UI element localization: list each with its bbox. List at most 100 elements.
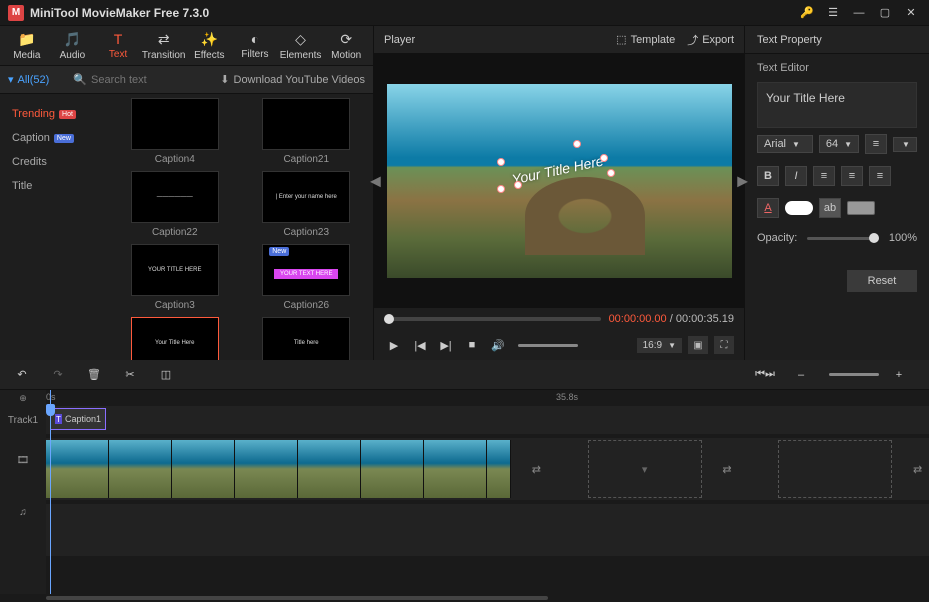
prev-frame-button[interactable]: |◀ <box>410 339 430 352</box>
chevron-down-icon[interactable]: ▾ <box>8 73 14 86</box>
text-handle[interactable] <box>607 169 615 177</box>
split-button[interactable]: ✂ <box>116 368 144 381</box>
snapshot-button[interactable]: ▣ <box>688 336 708 354</box>
template-button[interactable]: ⬚ Template <box>616 33 675 46</box>
caption-label: Caption26 <box>283 300 329 311</box>
caption-thumb[interactable]: | Enter your name here <box>262 171 350 223</box>
text-handle[interactable] <box>497 158 505 166</box>
text-handle[interactable] <box>497 185 505 193</box>
caption-item[interactable]: Caption4 <box>112 98 238 165</box>
timeline-ruler[interactable]: 0s 35.8s <box>46 390 929 406</box>
download-youtube-link[interactable]: ⬇ Download YouTube Videos <box>220 73 365 86</box>
caption-thumb[interactable] <box>131 98 219 150</box>
caption-thumb[interactable] <box>262 98 350 150</box>
tab-media[interactable]: 📁Media <box>4 27 50 65</box>
caption-thumb[interactable]: Title here <box>262 317 350 360</box>
fullscreen-button[interactable]: ⛶ <box>714 336 734 354</box>
align-right-button[interactable]: ≡ <box>869 166 891 186</box>
text-color-button[interactable]: A <box>757 198 779 218</box>
audio-track[interactable] <box>46 504 929 556</box>
menu-icon[interactable]: ☰ <box>823 3 843 23</box>
maximize-button[interactable]: ▢ <box>875 3 895 23</box>
caption-item[interactable]: | Enter your name hereCaption23 <box>244 171 370 238</box>
category-caption[interactable]: CaptionNew <box>0 126 108 150</box>
preview-prev[interactable]: ◀ <box>370 173 381 190</box>
app-title: MiniTool MovieMaker Free 7.3.0 <box>30 6 209 20</box>
transition-icon[interactable]: ⇄ <box>716 457 739 481</box>
caption-item[interactable]: Your Title HereCaption11 <box>112 317 238 360</box>
video-clip[interactable] <box>46 440 511 498</box>
tab-text[interactable]: TText <box>95 27 141 64</box>
color-swatch-fill[interactable] <box>785 201 813 215</box>
tab-motion[interactable]: ⟳Motion <box>323 27 369 65</box>
color-swatch-bg[interactable] <box>847 201 875 215</box>
category-trending[interactable]: TrendingHot <box>0 102 108 126</box>
redo-button[interactable]: ↷ <box>44 368 72 381</box>
opacity-slider[interactable] <box>807 237 879 240</box>
caption-item[interactable]: YOUR TITLE HERECaption3 <box>112 244 238 311</box>
caption-thumb[interactable]: Your Title Here <box>131 317 219 360</box>
add-track-button[interactable]: ⊕ <box>0 390 46 406</box>
caption-item[interactable]: NewYOUR TEXT HERE Caption26 <box>244 244 370 311</box>
video-track[interactable]: ⇄ ▾ ⇄ ⇄ <box>46 438 929 500</box>
caption-thumb[interactable]: —————— <box>131 171 219 223</box>
speed-icon[interactable]: ⏮⏭ <box>751 368 779 381</box>
text-handle[interactable] <box>514 181 522 189</box>
tab-elements[interactable]: ◇Elements <box>278 27 324 65</box>
highlight-button[interactable]: ab <box>819 198 841 218</box>
minimize-button[interactable]: — <box>849 3 869 23</box>
seek-bar[interactable] <box>384 317 601 321</box>
preview-next[interactable]: ▶ <box>737 173 748 190</box>
text-handle[interactable] <box>600 154 608 162</box>
category-title[interactable]: Title <box>0 174 108 198</box>
search-input[interactable] <box>91 74 191 86</box>
italic-button[interactable]: I <box>785 166 807 186</box>
playhead[interactable] <box>50 390 51 594</box>
category-credits[interactable]: Credits <box>0 150 108 174</box>
timeline-scrollbar[interactable] <box>46 596 548 600</box>
empty-clip-slot[interactable]: ▾ <box>588 440 702 498</box>
playhead-handle[interactable] <box>46 404 55 416</box>
tab-effects[interactable]: ✨Effects <box>187 27 233 65</box>
zoom-out-button[interactable]: – <box>787 369 815 381</box>
align-left-button[interactable]: ≡ <box>813 166 835 186</box>
filter-all[interactable]: All(52) <box>18 74 50 86</box>
export-button[interactable]: ⤴ Export <box>687 32 734 48</box>
empty-clip-slot[interactable] <box>778 440 892 498</box>
preview-canvas[interactable]: Your Title Here <box>387 84 732 278</box>
bold-button[interactable]: B <box>757 166 779 186</box>
fontsize-select[interactable]: 64▼ <box>819 135 859 153</box>
play-button[interactable]: ▶ <box>384 339 404 352</box>
zoom-in-button[interactable]: + <box>885 369 913 381</box>
caption-item[interactable]: Title hereCaption19 <box>244 317 370 360</box>
transition-icon[interactable]: ⇄ <box>906 457 929 481</box>
caption-item[interactable]: Caption21 <box>244 98 370 165</box>
line-spacing-button[interactable]: ≡ <box>865 134 887 154</box>
close-button[interactable]: ✕ <box>901 3 921 23</box>
delete-button[interactable]: 🗑 <box>80 368 108 381</box>
volume-slider[interactable] <box>518 344 578 347</box>
tab-filters[interactable]: ◐Filters <box>232 27 278 64</box>
stop-button[interactable]: ■ <box>462 339 482 351</box>
text-handle[interactable] <box>573 140 581 148</box>
caption-thumb[interactable]: YOUR TITLE HERE <box>131 244 219 296</box>
volume-icon[interactable]: 🔊 <box>488 339 508 352</box>
aspect-select[interactable]: 16:9 ▼ <box>637 338 682 353</box>
caption-clip[interactable]: T Caption1 <box>50 408 106 430</box>
undo-button[interactable]: ↶ <box>8 368 36 381</box>
text-editor-input[interactable]: Your Title Here <box>757 82 917 128</box>
zoom-slider[interactable] <box>829 373 879 376</box>
font-select[interactable]: Arial▼ <box>757 135 813 153</box>
next-frame-button[interactable]: ▶| <box>436 339 456 352</box>
tab-transition[interactable]: ⇄Transition <box>141 27 187 65</box>
key-icon[interactable]: 🔑 <box>797 3 817 23</box>
crop-button[interactable]: ◫ <box>152 368 180 381</box>
spacing-select[interactable]: ▼ <box>893 137 917 152</box>
reset-button[interactable]: Reset <box>847 270 917 292</box>
caption-item[interactable]: ——————Caption22 <box>112 171 238 238</box>
align-center-button[interactable]: ≡ <box>841 166 863 186</box>
caption-thumb[interactable]: NewYOUR TEXT HERE <box>262 244 350 296</box>
transition-icon[interactable]: ⇄ <box>525 457 548 481</box>
text-track[interactable]: T Caption1 <box>46 406 929 434</box>
tab-audio[interactable]: 🎵Audio <box>50 27 96 65</box>
